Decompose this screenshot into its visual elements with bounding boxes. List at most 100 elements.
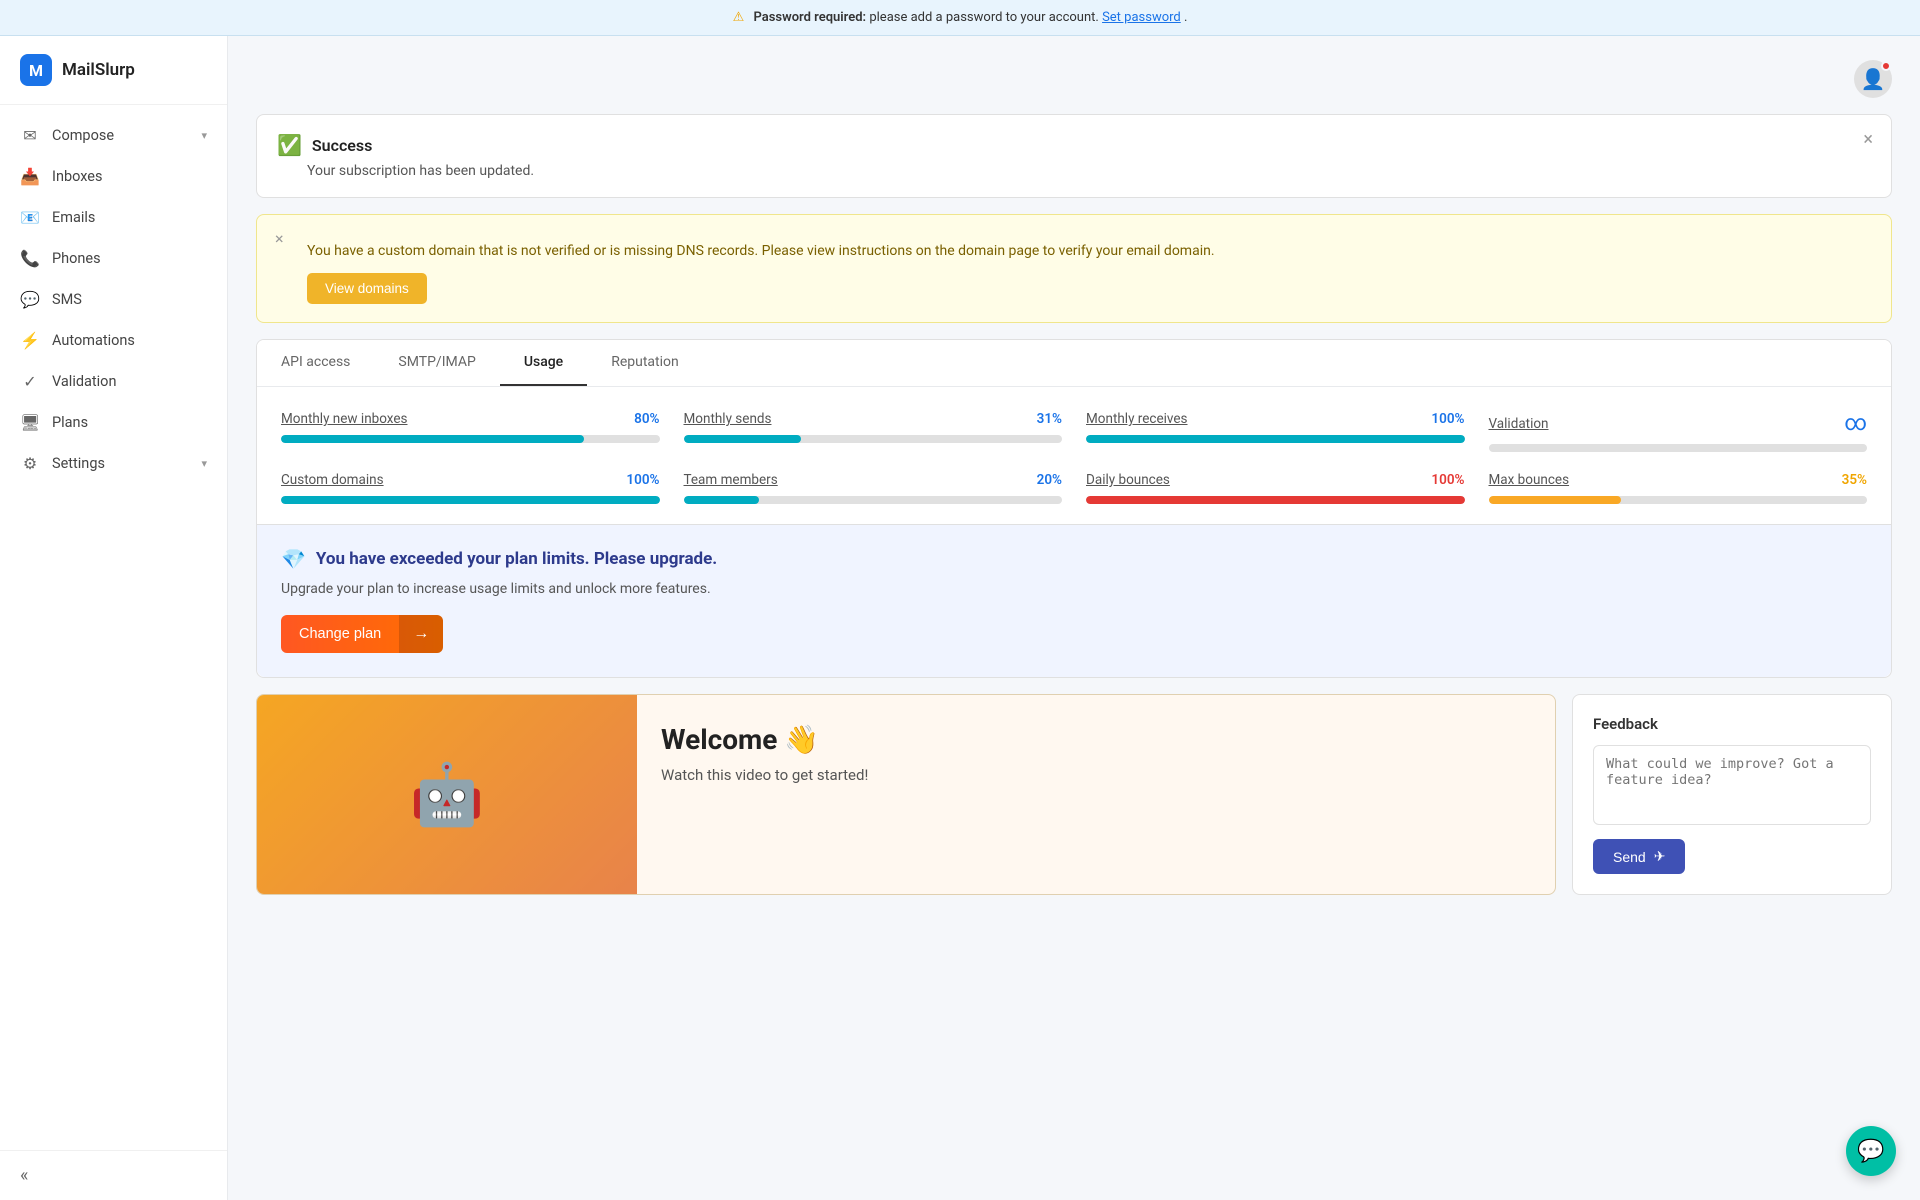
view-domains-button[interactable]: View domains	[307, 273, 427, 304]
tab-smtp-imap[interactable]: SMTP/IMAP	[374, 340, 499, 386]
sidebar-item-inboxes[interactable]: 📥 Inboxes	[0, 156, 227, 197]
usage-value: 80%	[634, 411, 659, 427]
sidebar: M MailSlurp ✉ Compose ▾ 📥 Inboxes 📧 Emai…	[0, 36, 228, 1200]
usage-value: 100%	[1431, 411, 1464, 427]
sidebar-item-label: Phones	[52, 250, 207, 267]
notification-dot	[1881, 61, 1891, 71]
send-icon: ✈	[1654, 848, 1666, 865]
warning-alert: × You have a custom domain that is not v…	[256, 214, 1892, 323]
usage-item-max-bounces: Max bounces 35%	[1489, 472, 1868, 504]
success-icon: ✅	[277, 133, 302, 157]
usage-value: 100%	[1431, 472, 1464, 488]
usage-label[interactable]: Monthly new inboxes	[281, 411, 408, 427]
usage-item-daily-bounces: Daily bounces 100%	[1086, 472, 1465, 504]
inboxes-icon: 📥	[20, 167, 40, 186]
sidebar-item-label: Validation	[52, 373, 207, 390]
close-success-button[interactable]: ×	[1863, 129, 1873, 150]
sidebar-item-label: Inboxes	[52, 168, 207, 185]
usage-label[interactable]: Monthly receives	[1086, 411, 1188, 427]
usage-value: 100%	[626, 472, 659, 488]
banner-prefix: Password required:	[753, 10, 866, 25]
close-warning-button[interactable]: ×	[275, 229, 284, 248]
feedback-card: Feedback Send ✈	[1572, 694, 1892, 895]
sidebar-item-phones[interactable]: 📞 Phones	[0, 238, 227, 279]
tab-api-access[interactable]: API access	[257, 340, 374, 386]
usage-label[interactable]: Validation	[1489, 416, 1549, 432]
user-icon: 👤	[1861, 67, 1886, 91]
chat-bubble-button[interactable]: 💬	[1846, 1126, 1896, 1176]
header-row: 👤	[256, 60, 1892, 98]
sidebar-item-label: Compose	[52, 127, 189, 144]
tab-reputation[interactable]: Reputation	[587, 340, 703, 386]
logo-mark: M	[20, 54, 52, 86]
upgrade-title: 💎 You have exceeded your plan limits. Pl…	[281, 547, 1867, 571]
emails-icon: 📧	[20, 208, 40, 227]
send-label: Send	[1613, 849, 1646, 865]
automations-icon: ⚡	[20, 331, 40, 350]
change-plan-button[interactable]: Change plan →	[281, 615, 443, 653]
plans-icon: 🖥	[20, 413, 40, 432]
sidebar-item-settings[interactable]: ⚙ Settings ▾	[0, 443, 227, 484]
usage-value: 31%	[1037, 411, 1062, 427]
welcome-image: 🤖	[257, 695, 637, 894]
progress-bar-bg	[1086, 435, 1465, 443]
usage-item-monthly-sends: Monthly sends 31%	[684, 411, 1063, 452]
feedback-title: Feedback	[1593, 715, 1871, 733]
usage-item-validation: Validation ∞	[1489, 411, 1868, 452]
welcome-subtitle: Watch this video to get started!	[661, 766, 1531, 784]
usage-label[interactable]: Monthly sends	[684, 411, 772, 427]
upgrade-section: 💎 You have exceeded your plan limits. Pl…	[257, 524, 1891, 677]
usage-tabs-card: API accessSMTP/IMAPUsageReputation Month…	[256, 339, 1892, 678]
usage-item-custom-domains: Custom domains 100%	[281, 472, 660, 504]
feedback-input[interactable]	[1593, 745, 1871, 825]
sidebar-item-plans[interactable]: 🖥 Plans	[0, 402, 227, 443]
banner-body: please add a password to your account.	[869, 10, 1098, 25]
sidebar-nav: ✉ Compose ▾ 📥 Inboxes 📧 Emails 📞 Phones …	[0, 105, 227, 1150]
progress-bar-bg	[684, 496, 1063, 504]
sidebar-item-label: SMS	[52, 291, 207, 308]
tabs-header: API accessSMTP/IMAPUsageReputation	[257, 340, 1891, 387]
sidebar-item-emails[interactable]: 📧 Emails	[0, 197, 227, 238]
usage-item-monthly-receives: Monthly receives 100%	[1086, 411, 1465, 452]
sidebar-logo: M MailSlurp	[0, 36, 227, 105]
sidebar-collapse-btn[interactable]: «	[0, 1150, 227, 1200]
usage-item-monthly-new-inboxes: Monthly new inboxes 80%	[281, 411, 660, 452]
usage-item-team-members: Team members 20%	[684, 472, 1063, 504]
set-password-link[interactable]: Set password	[1102, 10, 1181, 25]
sidebar-item-automations[interactable]: ⚡ Automations	[0, 320, 227, 361]
banner-suffix: .	[1184, 10, 1187, 25]
usage-label[interactable]: Team members	[684, 472, 778, 488]
usage-label[interactable]: Daily bounces	[1086, 472, 1170, 488]
sidebar-item-label: Settings	[52, 455, 189, 472]
send-feedback-button[interactable]: Send ✈	[1593, 839, 1685, 874]
main-content: 👤 ✅ Success Your subscription has been u…	[228, 36, 1920, 1200]
sidebar-item-compose[interactable]: ✉ Compose ▾	[0, 115, 227, 156]
sidebar-item-sms[interactable]: 💬 SMS	[0, 279, 227, 320]
chevron-down-icon: ▾	[201, 457, 207, 470]
usage-label[interactable]: Max bounces	[1489, 472, 1570, 488]
tab-usage[interactable]: Usage	[500, 340, 587, 386]
logo-text: MailSlurp	[62, 60, 135, 80]
diamond-icon: 💎	[281, 547, 306, 571]
sms-icon: 💬	[20, 290, 40, 309]
sidebar-item-label: Emails	[52, 209, 207, 226]
validation-icon: ✓	[20, 372, 40, 391]
success-body: Your subscription has been updated.	[307, 163, 1871, 179]
warning-body: You have a custom domain that is not ver…	[307, 243, 1871, 259]
welcome-title: Welcome 👋	[661, 723, 1531, 756]
welcome-content: Welcome 👋 Watch this video to get starte…	[637, 695, 1555, 894]
user-avatar-button[interactable]: 👤	[1854, 60, 1892, 98]
welcome-row: 🤖 Welcome 👋 Watch this video to get star…	[256, 694, 1892, 895]
sidebar-item-validation[interactable]: ✓ Validation	[0, 361, 227, 402]
infinity-icon: ∞	[1844, 411, 1867, 436]
welcome-card: 🤖 Welcome 👋 Watch this video to get star…	[256, 694, 1556, 895]
robot-emoji: 🤖	[410, 759, 485, 830]
compose-icon: ✉	[20, 126, 40, 145]
usage-grid: Monthly new inboxes 80% Monthly sends 31…	[257, 387, 1891, 524]
progress-bar-bg	[1489, 496, 1868, 504]
usage-label[interactable]: Custom domains	[281, 472, 384, 488]
password-banner: ⚠ Password required: please add a passwo…	[0, 0, 1920, 36]
progress-bar-bg	[1489, 444, 1868, 452]
chevron-down-icon: ▾	[201, 129, 207, 142]
progress-bar-bg	[281, 496, 660, 504]
